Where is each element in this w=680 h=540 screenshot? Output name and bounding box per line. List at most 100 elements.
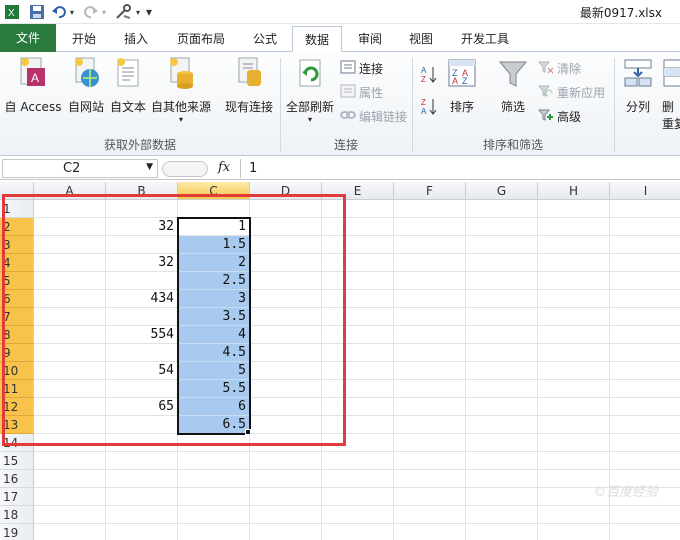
cell[interactable]: 5 [178,362,250,380]
cell[interactable] [538,362,610,380]
cell[interactable] [466,524,538,540]
cell[interactable] [106,488,178,506]
chevron-down-icon[interactable]: ▼ [146,162,153,172]
column-header-e[interactable]: E [322,182,394,200]
cell[interactable] [538,308,610,326]
tab-page-layout[interactable]: 页面布局 [164,26,238,52]
cell[interactable] [250,218,322,236]
undo-icon[interactable] [50,3,68,21]
cell[interactable] [466,344,538,362]
cell[interactable] [322,452,394,470]
cell[interactable] [394,452,466,470]
row-header[interactable]: 15 [0,452,34,470]
cell[interactable] [322,380,394,398]
from-text-button[interactable]: 自文本 [106,56,150,115]
cell[interactable] [250,308,322,326]
cell[interactable] [34,398,106,416]
undo-dropdown-icon[interactable]: ▾ [68,3,76,21]
column-header-f[interactable]: F [394,182,466,200]
row-header[interactable]: 12 [0,398,34,416]
formula-input[interactable]: 1 [240,159,680,178]
tab-view[interactable]: 视图 [398,26,444,52]
cell[interactable] [394,524,466,540]
tab-file[interactable]: 文件 [0,24,56,52]
cell[interactable]: 4.5 [178,344,250,362]
cell[interactable] [34,524,106,540]
sort-button[interactable]: ZAAZ 排序 [444,56,480,115]
cell[interactable] [610,308,680,326]
cell[interactable]: 3.5 [178,308,250,326]
cell[interactable] [106,506,178,524]
cell[interactable] [106,272,178,290]
cell[interactable] [538,290,610,308]
row-header[interactable]: 3 [0,236,34,254]
cell[interactable]: 1 [178,218,250,236]
cell[interactable] [322,236,394,254]
cell[interactable] [34,272,106,290]
cell[interactable] [106,452,178,470]
cell[interactable] [322,344,394,362]
cell[interactable] [250,398,322,416]
cell[interactable]: 32 [106,254,178,272]
row-header[interactable]: 7 [0,308,34,326]
cell[interactable] [466,506,538,524]
from-web-button[interactable]: 自网站 [64,56,108,115]
advanced-filter-button[interactable]: 高级 [537,108,581,125]
cell[interactable] [394,254,466,272]
cell[interactable] [106,470,178,488]
cell[interactable] [250,344,322,362]
cell[interactable] [466,326,538,344]
column-header-i[interactable]: I [610,182,680,200]
cell[interactable] [322,506,394,524]
cell[interactable] [34,326,106,344]
cell[interactable] [106,416,178,434]
cell[interactable] [34,254,106,272]
cell[interactable] [394,434,466,452]
cell[interactable] [394,218,466,236]
cell[interactable] [322,362,394,380]
tab-insert[interactable]: 插入 [112,26,160,52]
cell[interactable]: 54 [106,362,178,380]
cell[interactable] [538,416,610,434]
cell[interactable] [106,434,178,452]
cell[interactable] [106,524,178,540]
cell[interactable] [250,290,322,308]
cell[interactable]: 5.5 [178,380,250,398]
column-header-g[interactable]: G [466,182,538,200]
cell[interactable] [250,488,322,506]
cell[interactable] [538,326,610,344]
cell[interactable] [466,200,538,218]
cell[interactable] [34,488,106,506]
cell[interactable] [178,506,250,524]
cell[interactable] [34,470,106,488]
remove-duplicates-button[interactable]: 删 重复 [662,56,680,132]
cell[interactable] [394,236,466,254]
row-header[interactable]: 14 [0,434,34,452]
cell[interactable] [538,218,610,236]
properties-button[interactable]: 属性 [340,84,383,101]
cell[interactable] [538,254,610,272]
cell[interactable] [610,380,680,398]
fx-icon[interactable]: fx [218,160,230,175]
cell[interactable] [178,452,250,470]
tab-home[interactable]: 开始 [60,26,108,52]
cell[interactable] [538,452,610,470]
select-all-corner[interactable] [0,182,34,200]
cell[interactable] [466,236,538,254]
cell[interactable] [106,236,178,254]
cell[interactable] [394,200,466,218]
from-other-sources-button[interactable]: 自其他来源 ▾ [148,56,214,124]
column-header-c[interactable]: C [178,182,250,200]
cell[interactable] [178,200,250,218]
refresh-all-button[interactable]: 全部刷新 ▾ [284,56,336,124]
tab-formulas[interactable]: 公式 [242,26,288,52]
cell[interactable] [538,506,610,524]
cell[interactable] [466,290,538,308]
row-header[interactable]: 8 [0,326,34,344]
cell[interactable] [250,506,322,524]
sort-ascending-button[interactable]: AZ [420,64,438,87]
connections-button[interactable]: 连接 [340,60,383,77]
cell[interactable] [394,470,466,488]
cell[interactable] [34,236,106,254]
cell[interactable] [34,344,106,362]
